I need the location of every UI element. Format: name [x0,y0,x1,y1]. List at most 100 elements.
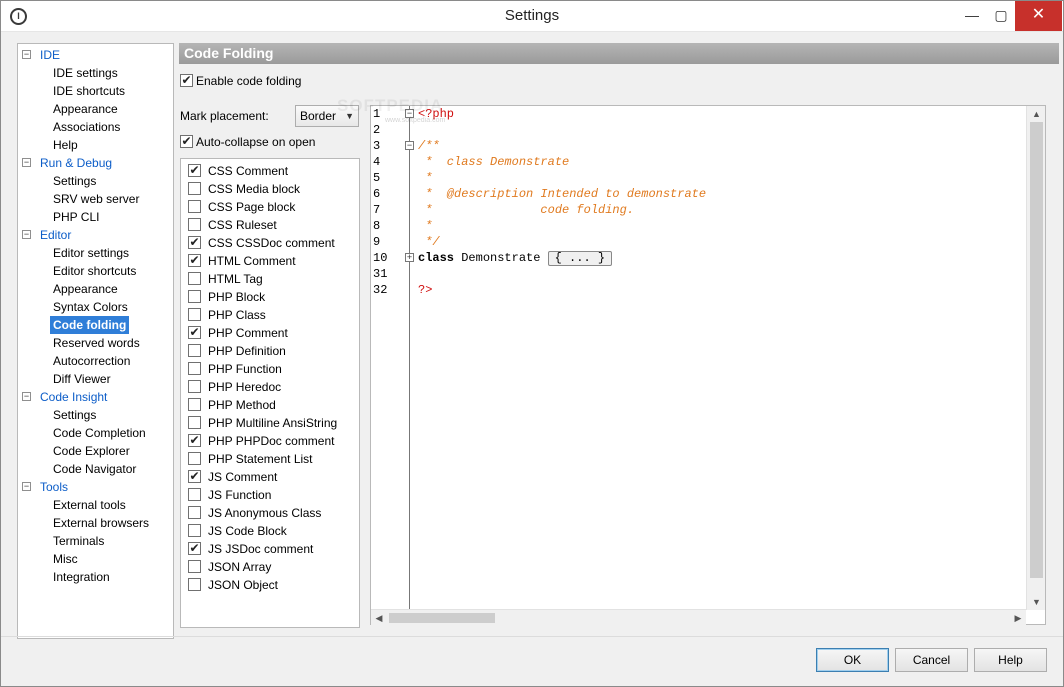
tree-item-associations[interactable]: Associations [53,118,120,136]
fold-item-js-code-block[interactable]: JS Code Block [181,522,359,540]
fold-item-css-page-block[interactable]: CSS Page block [181,198,359,216]
tree-item-integration[interactable]: Integration [53,568,110,586]
fold-item-php-comment[interactable]: ✔ PHP Comment [181,324,359,342]
scroll-left-icon[interactable]: ◀ [371,610,387,626]
fold-item-checkbox[interactable] [188,344,201,357]
tree-toggle-icon[interactable]: − [22,482,31,491]
tree-item-reserved-words[interactable]: Reserved words [53,334,140,352]
tree-category-run-debug[interactable]: Run & Debug [40,154,112,172]
fold-item-css-comment[interactable]: ✔ CSS Comment [181,162,359,180]
fold-item-js-anonymous-class[interactable]: JS Anonymous Class [181,504,359,522]
tree-item-editor-settings[interactable]: Editor settings [53,244,129,262]
tree-item-code-completion[interactable]: Code Completion [53,424,146,442]
tree-item-terminals[interactable]: Terminals [53,532,104,550]
fold-item-php-multiline-ansistring[interactable]: PHP Multiline AnsiString [181,414,359,432]
fold-item-checkbox[interactable] [188,308,201,321]
fold-item-js-function[interactable]: JS Function [181,486,359,504]
tree-item-syntax-colors[interactable]: Syntax Colors [53,298,128,316]
tree-item-ide-settings[interactable]: IDE settings [53,64,118,82]
fold-item-checkbox[interactable]: ✔ [188,236,201,249]
cancel-button[interactable]: Cancel [895,648,968,672]
tree-item-appearance[interactable]: Appearance [53,280,118,298]
fold-item-checkbox[interactable] [188,290,201,303]
tree-toggle-icon[interactable]: − [22,50,31,59]
tree-category-tools[interactable]: Tools [40,478,68,496]
fold-item-checkbox[interactable] [188,578,201,591]
fold-item-checkbox[interactable] [188,218,201,231]
fold-item-json-array[interactable]: JSON Array [181,558,359,576]
fold-item-html-tag[interactable]: HTML Tag [181,270,359,288]
fold-item-php-method[interactable]: PHP Method [181,396,359,414]
fold-item-checkbox[interactable] [188,416,201,429]
fold-item-html-comment[interactable]: ✔ HTML Comment [181,252,359,270]
fold-item-php-definition[interactable]: PHP Definition [181,342,359,360]
tree-toggle-icon[interactable]: − [22,158,31,167]
fold-item-checkbox[interactable] [188,524,201,537]
scroll-up-icon[interactable]: ▲ [1027,106,1046,122]
fold-item-php-phpdoc-comment[interactable]: ✔ PHP PHPDoc comment [181,432,359,450]
tree-toggle-icon[interactable]: − [22,392,31,401]
code-preview-editor[interactable]: ▲ ▼ ◀ ▶ 1− <?php 2 3−/** 4 * class Demonstra… [370,105,1046,625]
fold-item-checkbox[interactable]: ✔ [188,164,201,177]
fold-item-css-media-block[interactable]: CSS Media block [181,180,359,198]
fold-item-checkbox[interactable]: ✔ [188,542,201,555]
scroll-down-icon[interactable]: ▼ [1027,594,1046,610]
fold-item-checkbox[interactable] [188,560,201,573]
folded-region-placeholder[interactable]: { ... } [547,251,613,266]
tree-item-code-explorer[interactable]: Code Explorer [53,442,130,460]
fold-types-list[interactable]: ✔ CSS Comment CSS Media block CSS Page bloc… [180,158,360,628]
scroll-right-icon[interactable]: ▶ [1010,610,1026,626]
vertical-scrollbar[interactable]: ▲ ▼ [1026,106,1045,610]
fold-item-checkbox[interactable] [188,380,201,393]
tree-toggle-icon[interactable]: − [22,230,31,239]
fold-item-checkbox[interactable] [188,200,201,213]
tree-item-code-navigator[interactable]: Code Navigator [53,460,136,478]
maximize-icon[interactable]: ▢ [986,1,1016,31]
fold-item-checkbox[interactable] [188,272,201,285]
tree-item-help[interactable]: Help [53,136,78,154]
fold-item-php-block[interactable]: PHP Block [181,288,359,306]
tree-item-external-browsers[interactable]: External browsers [53,514,149,532]
tree-item-ide-shortcuts[interactable]: IDE shortcuts [53,82,125,100]
fold-item-checkbox[interactable]: ✔ [188,254,201,267]
tree-item-settings[interactable]: Settings [53,406,96,424]
fold-item-css-cssdoc-comment[interactable]: ✔ CSS CSSDoc comment [181,234,359,252]
auto-collapse-checkbox[interactable]: ✔ [180,135,193,148]
tree-item-appearance[interactable]: Appearance [53,100,118,118]
horizontal-scrollbar[interactable]: ◀ ▶ [371,609,1026,625]
tree-item-srv-web-server[interactable]: SRV web server [53,190,139,208]
horizontal-scroll-thumb[interactable] [389,613,495,623]
fold-item-checkbox[interactable]: ✔ [188,326,201,339]
tree-item-autocorrection[interactable]: Autocorrection [53,352,130,370]
fold-expand-icon[interactable]: + [405,253,414,262]
fold-collapse-icon[interactable]: − [405,141,414,150]
fold-item-js-comment[interactable]: ✔ JS Comment [181,468,359,486]
fold-item-php-class[interactable]: PHP Class [181,306,359,324]
fold-item-php-statement-list[interactable]: PHP Statement List [181,450,359,468]
tree-item-code-folding[interactable]: Code folding [50,316,130,334]
fold-item-checkbox[interactable] [188,488,201,501]
vertical-scroll-thumb[interactable] [1030,122,1043,578]
ok-button[interactable]: OK [816,648,889,672]
close-icon[interactable]: ✕ [1015,1,1062,31]
tree-item-diff-viewer[interactable]: Diff Viewer [53,370,111,388]
tree-category-ide[interactable]: IDE [40,46,60,64]
enable-code-folding-checkbox[interactable]: ✔ [180,74,193,87]
fold-item-checkbox[interactable]: ✔ [188,434,201,447]
fold-item-checkbox[interactable] [188,452,201,465]
tree-category-editor[interactable]: Editor [40,226,71,244]
tree-item-external-tools[interactable]: External tools [53,496,126,514]
tree-item-editor-shortcuts[interactable]: Editor shortcuts [53,262,136,280]
fold-item-checkbox[interactable]: ✔ [188,470,201,483]
fold-item-checkbox[interactable] [188,398,201,411]
tree-item-settings[interactable]: Settings [53,172,96,190]
fold-item-checkbox[interactable] [188,362,201,375]
fold-item-php-heredoc[interactable]: PHP Heredoc [181,378,359,396]
fold-item-php-function[interactable]: PHP Function [181,360,359,378]
tree-category-code-insight[interactable]: Code Insight [40,388,107,406]
tree-item-php-cli[interactable]: PHP CLI [53,208,99,226]
minimize-icon[interactable]: — [957,1,987,31]
fold-item-js-jsdoc-comment[interactable]: ✔ JS JSDoc comment [181,540,359,558]
settings-tree[interactable]: − IDE IDE settings IDE shortcuts Appearance A… [17,43,174,639]
help-button[interactable]: Help [974,648,1047,672]
